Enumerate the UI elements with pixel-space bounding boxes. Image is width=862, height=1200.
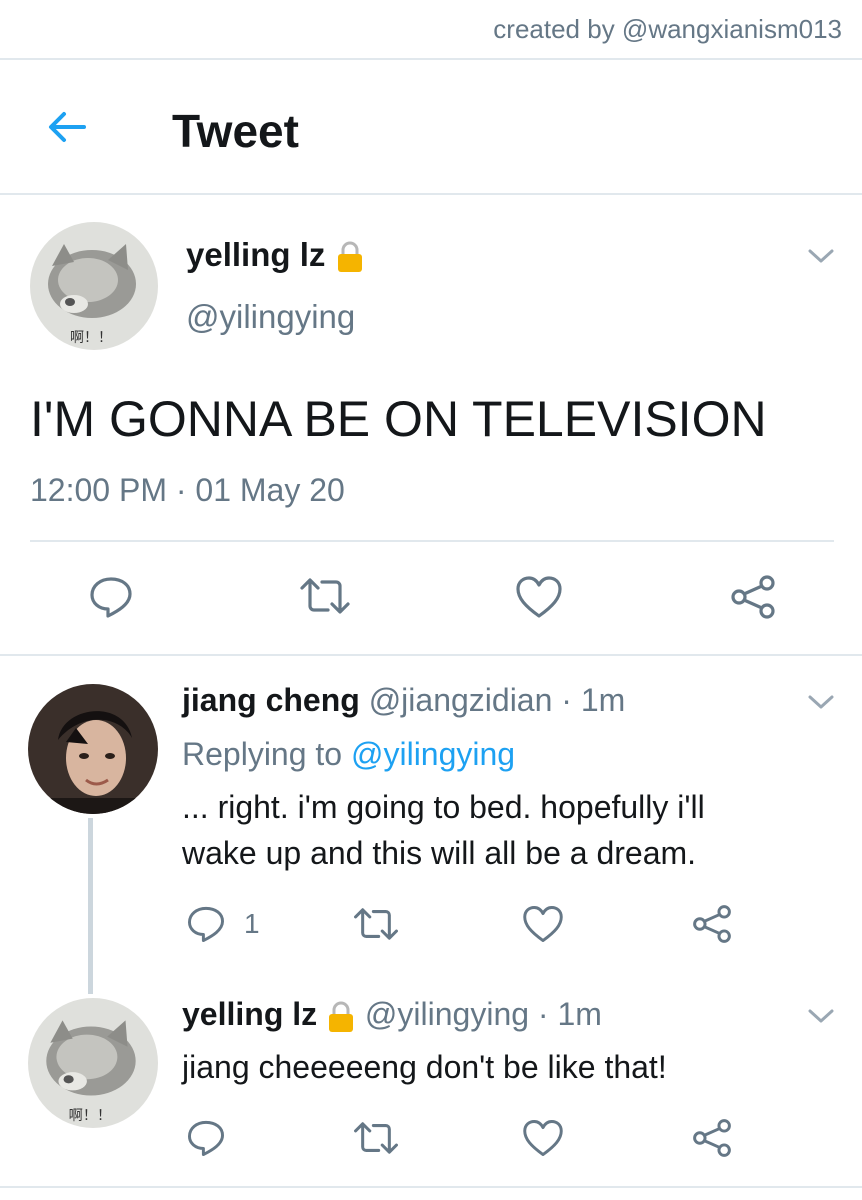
chevron-down-icon[interactable] (806, 692, 836, 712)
avatar-caption: 啊！！ (70, 330, 112, 346)
avatar-reply-1[interactable] (28, 684, 158, 814)
avatar-main[interactable]: 啊！！ (30, 222, 158, 350)
main-divider (30, 540, 834, 542)
thread-divider (0, 654, 862, 656)
main-author-name[interactable]: yelling lz (186, 236, 365, 274)
main-display-name[interactable]: yelling lz (186, 236, 325, 273)
like-icon[interactable] (522, 904, 564, 944)
replying-prefix: Replying to (182, 736, 343, 772)
like-icon[interactable] (515, 574, 563, 620)
reply-count: 1 (244, 908, 260, 939)
header-divider (0, 193, 862, 195)
main-handle[interactable]: @yilingying (186, 298, 355, 336)
reply-2-handle[interactable]: @yilingying (365, 996, 529, 1032)
arrow-left-icon[interactable] (44, 104, 90, 150)
reply-icon[interactable] (186, 1118, 226, 1158)
reply-1-text: ... right. i'm going to bed. hopefully i… (182, 784, 822, 876)
retweet-icon[interactable] (352, 1120, 400, 1156)
lock-icon (329, 1001, 354, 1032)
main-tweet-text: I'M GONNA BE ON TELEVISION (30, 391, 767, 447)
reply-2-time[interactable]: · 1m (538, 996, 602, 1032)
reply-1-header: jiang cheng @jiangzidian · 1m (182, 682, 625, 719)
reply-1-text-line-2: wake up and this will all be a dream. (182, 835, 697, 871)
replying-to: Replying to @yilingying (182, 736, 515, 773)
share-icon[interactable] (692, 1118, 732, 1158)
share-icon[interactable] (730, 574, 776, 620)
replying-to-link[interactable]: @yilingying (351, 736, 515, 772)
reply-2-header: yelling lz @yilingying · 1m (182, 996, 602, 1034)
reply-icon[interactable] (186, 904, 226, 944)
lock-icon (337, 241, 362, 273)
bottom-divider (0, 1186, 862, 1188)
reply-icon[interactable] (88, 574, 134, 620)
chevron-down-icon[interactable] (806, 246, 836, 266)
main-timestamp[interactable]: 12:00 PM · 01 May 20 (30, 472, 345, 509)
like-icon[interactable] (522, 1118, 564, 1158)
chevron-down-icon[interactable] (806, 1006, 836, 1026)
reply-1-handle[interactable]: @jiangzidian (369, 682, 553, 718)
top-divider (0, 58, 862, 60)
avatar-reply-2[interactable]: 啊！！ (28, 998, 158, 1128)
share-icon[interactable] (692, 904, 732, 944)
header-bar: Tweet (0, 62, 862, 194)
reply-1-time[interactable]: · 1m (561, 682, 625, 718)
retweet-icon[interactable] (352, 906, 400, 942)
avatar-caption: 啊！！ (69, 1107, 112, 1124)
reply-2-display-name[interactable]: yelling lz (182, 996, 317, 1032)
thread-connector (88, 818, 93, 994)
reply-1-display-name[interactable]: jiang cheng (182, 682, 360, 718)
creator-credit: created by @wangxianism013 (493, 14, 842, 44)
reply-1-text-line-1: ... right. i'm going to bed. hopefully i… (182, 789, 705, 825)
retweet-icon[interactable] (298, 576, 352, 616)
reply-2-text: jiang cheeeeeng don't be like that! (182, 1049, 667, 1085)
page-title: Tweet (172, 105, 299, 157)
